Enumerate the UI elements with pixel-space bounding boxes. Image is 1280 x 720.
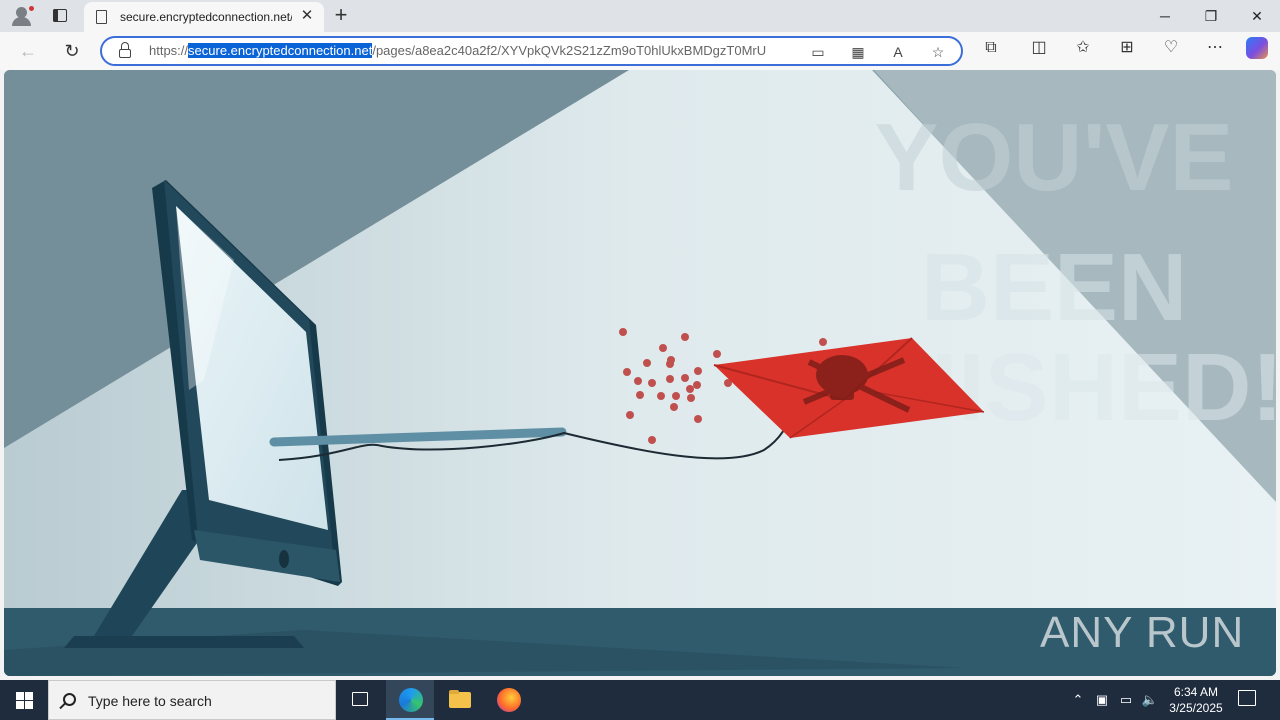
minimize-button[interactable]: ─ [1142, 0, 1188, 32]
windows-taskbar: Type here to search ⌃ ▣ ▭ 🔈 6:34 AM 3/25… [0, 680, 1280, 720]
device-icon[interactable]: ▭ [808, 42, 828, 62]
profile-icon[interactable] [8, 4, 36, 28]
tab-actions-icon[interactable] [50, 6, 70, 26]
chevron-up-icon[interactable]: ⌃ [1068, 690, 1088, 710]
tab-title: secure.encryptedconnection.net/ [120, 10, 292, 24]
background-text-line-1: YOU'VE [875, 104, 1234, 211]
notification-center-icon[interactable] [1238, 690, 1256, 706]
monitor-button [279, 550, 289, 568]
new-tab-button[interactable]: + [330, 4, 352, 26]
favorite-star-icon[interactable]: ☆ [928, 42, 948, 62]
favorites-icon[interactable]: ✩ [1072, 37, 1094, 59]
read-aloud-icon[interactable]: A [888, 42, 908, 62]
search-icon [63, 693, 76, 706]
browser-title-bar: secure.encryptedconnection.net/ ✕ + ─ ❐ … [0, 0, 1280, 32]
browser-essentials-icon[interactable]: ♡ [1160, 37, 1182, 59]
monitor-base [64, 636, 304, 648]
page-icon [96, 10, 107, 24]
copilot-icon[interactable] [1246, 37, 1268, 59]
page-viewport: YOU'VE BEEN PHISHED! ANY RUN [4, 70, 1276, 676]
background-text-line-2: BEEN [921, 234, 1188, 341]
more-icon[interactable]: ⋯ [1204, 37, 1226, 59]
search-placeholder: Type here to search [88, 693, 212, 709]
clock-date: 3/25/2025 [1169, 701, 1223, 715]
network-icon[interactable]: ▭ [1116, 690, 1136, 710]
refresh-button[interactable]: ↻ [58, 37, 86, 65]
file-explorer-icon[interactable] [436, 680, 484, 720]
lock-icon[interactable] [119, 42, 131, 58]
clock-time: 6:34 AM [1173, 685, 1219, 699]
start-button[interactable] [0, 680, 48, 720]
address-bar[interactable]: https://secure.encryptedconnection.net/p… [100, 36, 963, 66]
firefox-icon[interactable] [484, 680, 532, 720]
anyrun-brand-logo: ANY RUN [1040, 608, 1245, 657]
collections-icon[interactable]: ⊞ [1116, 37, 1138, 59]
back-button[interactable]: ← [14, 37, 42, 65]
system-clock[interactable]: 6:34 AM 3/25/2025 [1164, 684, 1228, 716]
task-view-icon[interactable] [336, 680, 384, 720]
grid-icon[interactable]: ▦ [848, 42, 868, 62]
browser-toolbar: ← ↻ https://secure.encryptedconnection.n… [0, 32, 1280, 70]
tab-close-icon[interactable]: ✕ [298, 7, 316, 25]
taskbar-search-box[interactable]: Type here to search [48, 680, 336, 720]
volume-icon[interactable]: 🔈 [1140, 690, 1160, 710]
edge-icon[interactable] [386, 680, 434, 720]
extensions-icon[interactable]: ⧉ [980, 37, 1002, 59]
close-window-button[interactable]: ✕ [1234, 0, 1280, 32]
restore-button[interactable]: ❐ [1188, 0, 1234, 32]
browser-tab[interactable]: secure.encryptedconnection.net/ ✕ [84, 2, 324, 32]
phishing-illustration: YOU'VE BEEN PHISHED! [4, 70, 1276, 676]
url-text[interactable]: https://secure.encryptedconnection.net/p… [149, 43, 804, 58]
notification-dot [28, 5, 35, 12]
split-screen-icon[interactable]: ◫ [1028, 37, 1050, 59]
meet-now-icon[interactable]: ▣ [1092, 690, 1112, 710]
